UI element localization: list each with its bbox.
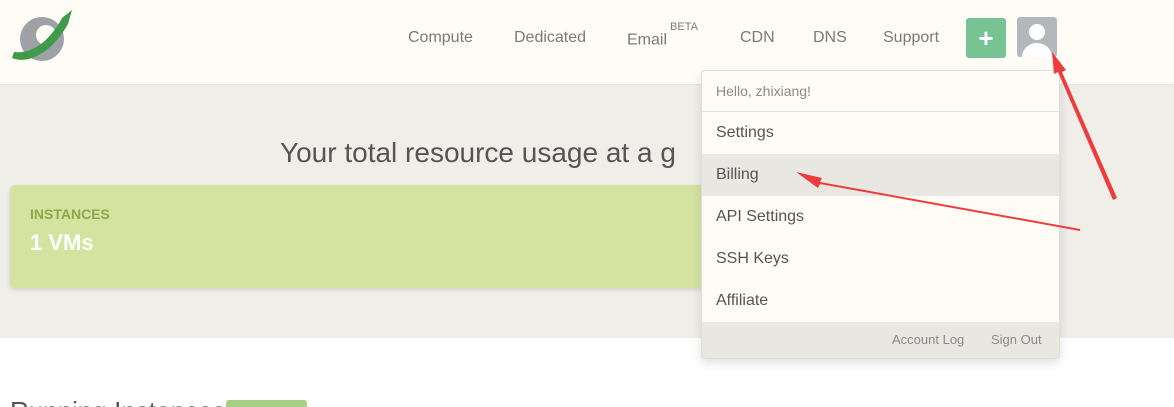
dropdown-greeting: Hello, zhixiang! bbox=[702, 71, 1059, 112]
nav-support[interactable]: Support bbox=[883, 29, 939, 47]
menu-item-ssh-keys[interactable]: SSH Keys bbox=[702, 238, 1059, 280]
add-button[interactable]: + bbox=[966, 18, 1006, 58]
menu-item-ssh-keys-label: SSH Keys bbox=[716, 250, 789, 267]
instances-card-label: INSTANCES bbox=[30, 206, 110, 222]
instances-card-value: 1 VMs bbox=[30, 230, 94, 255]
account-dropdown-menu: Hello, zhixiang! Settings Billing API Se… bbox=[701, 70, 1060, 359]
nav-dedicated-label: Dedicated bbox=[514, 29, 587, 46]
nav-compute-label: Compute bbox=[408, 29, 473, 46]
nav-dns-label: DNS bbox=[813, 29, 847, 46]
nav-cdn-label: CDN bbox=[740, 29, 775, 46]
nav-dedicated[interactable]: Dedicated bbox=[514, 29, 586, 47]
menu-item-api-settings[interactable]: API Settings bbox=[702, 196, 1059, 238]
instances-card[interactable]: INSTANCES 1 VMs bbox=[10, 185, 740, 288]
beta-badge: BETA bbox=[670, 21, 698, 33]
menu-item-api-settings-label: API Settings bbox=[716, 208, 805, 225]
menu-item-billing[interactable]: Billing bbox=[702, 154, 1059, 196]
user-silhouette-icon bbox=[1022, 24, 1052, 57]
account-log-link[interactable]: Account Log bbox=[892, 332, 964, 347]
menu-item-affiliate[interactable]: Affiliate bbox=[702, 280, 1059, 322]
nav-cdn[interactable]: CDN bbox=[740, 29, 775, 47]
nav-email[interactable]: EmailBETA bbox=[627, 21, 698, 49]
menu-item-billing-label: Billing bbox=[716, 166, 759, 183]
nav-email-label: Email bbox=[627, 31, 668, 49]
running-instances-badge bbox=[226, 400, 307, 407]
menu-item-settings-label: Settings bbox=[716, 124, 774, 141]
page-title: Your total resource usage at a g bbox=[280, 137, 676, 168]
nav-dns[interactable]: DNS bbox=[813, 29, 847, 47]
dropdown-footer: Account Log Sign Out bbox=[702, 322, 1059, 358]
avatar[interactable] bbox=[1017, 17, 1057, 57]
logo-icon[interactable] bbox=[8, 4, 78, 68]
nav-support-label: Support bbox=[883, 29, 940, 46]
sign-out-link[interactable]: Sign Out bbox=[991, 332, 1042, 347]
running-instances-title: Running Instances bbox=[10, 396, 225, 407]
menu-item-affiliate-label: Affiliate bbox=[716, 292, 769, 309]
menu-item-settings[interactable]: Settings bbox=[702, 112, 1059, 154]
nav-compute[interactable]: Compute bbox=[408, 29, 473, 47]
